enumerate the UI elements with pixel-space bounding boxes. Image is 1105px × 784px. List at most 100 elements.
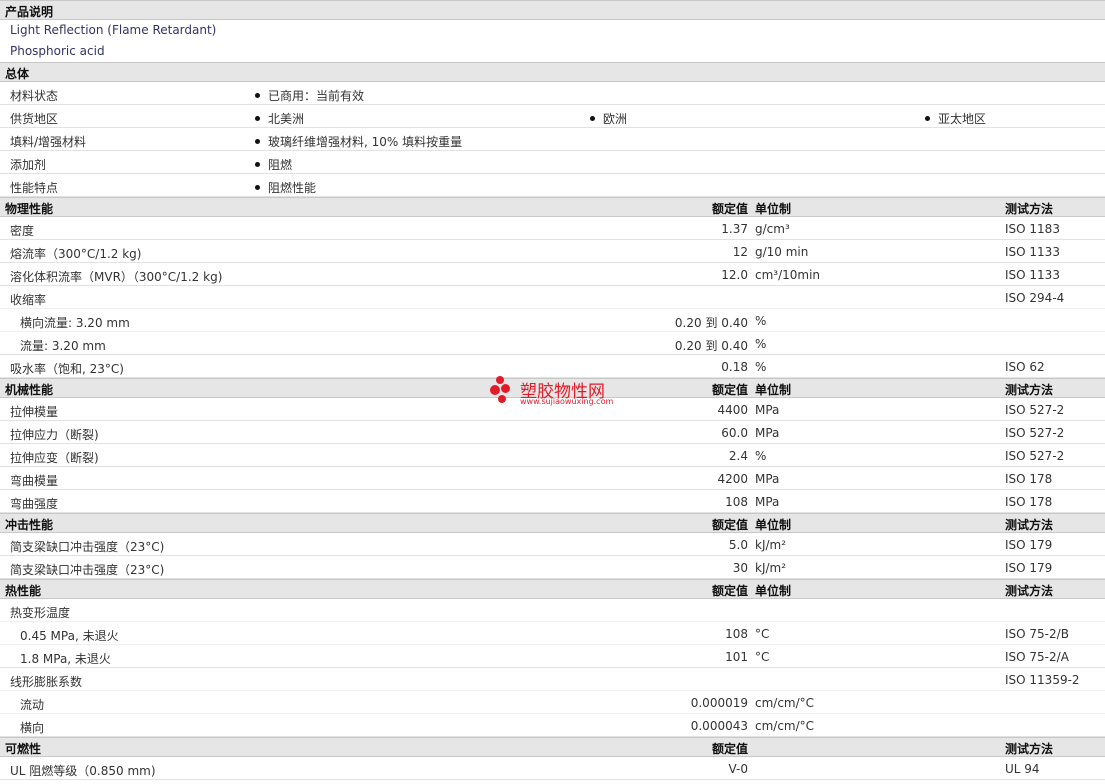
section-header-description: 产品说明 xyxy=(0,0,1105,20)
description-line: Light Reflection (Flame Retardant) xyxy=(10,23,217,37)
bullet-icon xyxy=(255,93,260,98)
property-label: 线形膨胀系数 xyxy=(10,675,83,689)
property-row: 溶化体积流率（MVR）（300°C/1.2 kg) 12.0 cm³/10min… xyxy=(0,263,1105,286)
watermark-url: www.sujiaowuxing.com xyxy=(520,397,614,406)
property-method: ISO 75-2/B xyxy=(1005,627,1069,641)
header-value: 额定值 xyxy=(711,742,748,756)
property-method: ISO 75-2/A xyxy=(1005,650,1069,664)
property-value: 0.000019 xyxy=(690,696,748,710)
row-label: 性能特点 xyxy=(10,181,59,195)
general-row-additive: 添加剂 阻燃 xyxy=(0,151,1105,174)
property-method: ISO 178 xyxy=(1005,472,1053,486)
property-label: 横向 xyxy=(20,721,45,735)
property-unit: kJ/m² xyxy=(755,538,787,552)
property-label: 流量: 3.20 mm xyxy=(20,339,106,353)
property-value: 2.4 xyxy=(728,449,748,463)
property-method: ISO 1183 xyxy=(1005,222,1060,236)
property-row: 密度 1.37 g/cm³ ISO 1183 xyxy=(0,217,1105,240)
property-method: ISO 527-2 xyxy=(1005,426,1065,440)
bullet-icon xyxy=(255,116,260,121)
property-unit: g/10 min xyxy=(755,245,809,259)
bullet-icon xyxy=(255,185,260,190)
property-row: 热变形温度 xyxy=(0,599,1105,622)
property-subrow: 横向 0.000043 cm/cm/°C xyxy=(0,714,1105,737)
header-value: 额定值 xyxy=(711,202,748,216)
general-row-filler: 填料/增强材料 玻璃纤维增强材料, 10% 填料按重量 xyxy=(0,128,1105,151)
property-method: ISO 11359-2 xyxy=(1005,673,1080,687)
row-label: 供货地区 xyxy=(10,112,59,126)
property-label: 弯曲模量 xyxy=(10,474,59,488)
property-label: 弯曲强度 xyxy=(10,497,59,511)
section-title: 可燃性 xyxy=(5,742,42,756)
property-unit: cm³/10min xyxy=(755,268,821,282)
header-value: 额定值 xyxy=(711,383,748,397)
property-row: 简支梁缺口冲击强度（23°C) 30 kJ/m² ISO 179 xyxy=(0,556,1105,579)
property-value: 4400 xyxy=(717,403,748,417)
property-label: 简支梁缺口冲击强度（23°C) xyxy=(10,563,165,577)
header-method: 测试方法 xyxy=(1005,383,1054,397)
property-value: 108 xyxy=(725,627,748,641)
property-row: UL 阻燃等级（0.850 mm) V-0 UL 94 xyxy=(0,757,1105,780)
property-method: ISO 179 xyxy=(1005,561,1053,575)
property-unit: MPa xyxy=(755,426,780,440)
property-value: 1.37 xyxy=(721,222,748,236)
property-row: 熔流率（300°C/1.2 kg) 12 g/10 min ISO 1133 xyxy=(0,240,1105,263)
general-value: 已商用：当前有效 xyxy=(255,87,364,104)
row-label: 添加剂 xyxy=(10,158,47,172)
property-unit: °C xyxy=(755,650,770,664)
property-subrow: 0.45 MPa, 未退火 108 °C ISO 75-2/B xyxy=(0,622,1105,645)
header-unit: 单位制 xyxy=(755,584,792,598)
row-label: 填料/增强材料 xyxy=(10,135,87,149)
property-unit: °C xyxy=(755,627,770,641)
property-label: 流动 xyxy=(20,698,45,712)
bullet-icon xyxy=(590,116,595,121)
property-label: 拉伸应力（断裂) xyxy=(10,428,99,442)
header-method: 测试方法 xyxy=(1005,202,1054,216)
property-unit: % xyxy=(755,360,767,374)
property-unit: % xyxy=(755,449,767,463)
property-row: 弯曲强度 108 MPa ISO 178 xyxy=(0,490,1105,513)
property-label: 简支梁缺口冲击强度（23°C) xyxy=(10,540,165,554)
property-value: 4200 xyxy=(717,472,748,486)
property-label: 吸水率（饱和, 23°C) xyxy=(10,362,124,376)
general-value: 欧洲 xyxy=(590,110,627,127)
property-unit: g/cm³ xyxy=(755,222,790,236)
property-subrow: 流量: 3.20 mm 0.20 到 0.40 % xyxy=(0,332,1105,355)
property-unit: % xyxy=(755,337,767,351)
header-unit: 单位制 xyxy=(755,383,792,397)
property-method: ISO 527-2 xyxy=(1005,403,1065,417)
property-unit: kJ/m² xyxy=(755,561,787,575)
property-row: 简支梁缺口冲击强度（23°C) 5.0 kJ/m² ISO 179 xyxy=(0,533,1105,556)
property-label: 横向流量: 3.20 mm xyxy=(20,316,130,330)
general-value: 玻璃纤维增强材料, 10% 填料按重量 xyxy=(255,133,462,150)
header-method: 测试方法 xyxy=(1005,584,1054,598)
section-header-impact: 冲击性能 额定值 单位制 测试方法 xyxy=(0,513,1105,533)
property-label: 收缩率 xyxy=(10,293,47,307)
general-value: 亚太地区 xyxy=(925,110,986,127)
property-value: 101 xyxy=(725,650,748,664)
general-row-status: 材料状态 已商用：当前有效 xyxy=(0,82,1105,105)
property-value: 0.20 到 0.40 xyxy=(674,339,748,353)
property-value: 0.20 到 0.40 xyxy=(674,316,748,330)
header-method: 测试方法 xyxy=(1005,518,1054,532)
section-title: 冲击性能 xyxy=(5,518,54,532)
general-value: 北美洲 xyxy=(255,110,304,127)
property-unit: MPa xyxy=(755,472,780,486)
bullet-icon xyxy=(255,139,260,144)
property-method: ISO 527-2 xyxy=(1005,449,1065,463)
header-unit: 单位制 xyxy=(755,518,792,532)
property-value: 12 xyxy=(732,245,748,259)
property-value: 108 xyxy=(725,495,748,509)
property-label: 密度 xyxy=(10,224,35,238)
property-label: UL 阻燃等级（0.850 mm) xyxy=(10,764,156,778)
property-value: 5.0 xyxy=(728,538,748,552)
property-row: 拉伸应变（断裂) 2.4 % ISO 527-2 xyxy=(0,444,1105,467)
section-header-thermal: 热性能 额定值 单位制 测试方法 xyxy=(0,579,1105,599)
property-subrow: 横向流量: 3.20 mm 0.20 到 0.40 % xyxy=(0,309,1105,332)
property-row: 收缩率 ISO 294-4 xyxy=(0,286,1105,309)
section-title: 热性能 xyxy=(5,584,42,598)
property-value: 0.18 xyxy=(721,360,748,374)
property-method: ISO 1133 xyxy=(1005,245,1060,259)
property-value: 0.000043 xyxy=(690,719,748,733)
watermark-logo: 塑胶物性网 www.sujiaowuxing.com xyxy=(490,375,630,411)
